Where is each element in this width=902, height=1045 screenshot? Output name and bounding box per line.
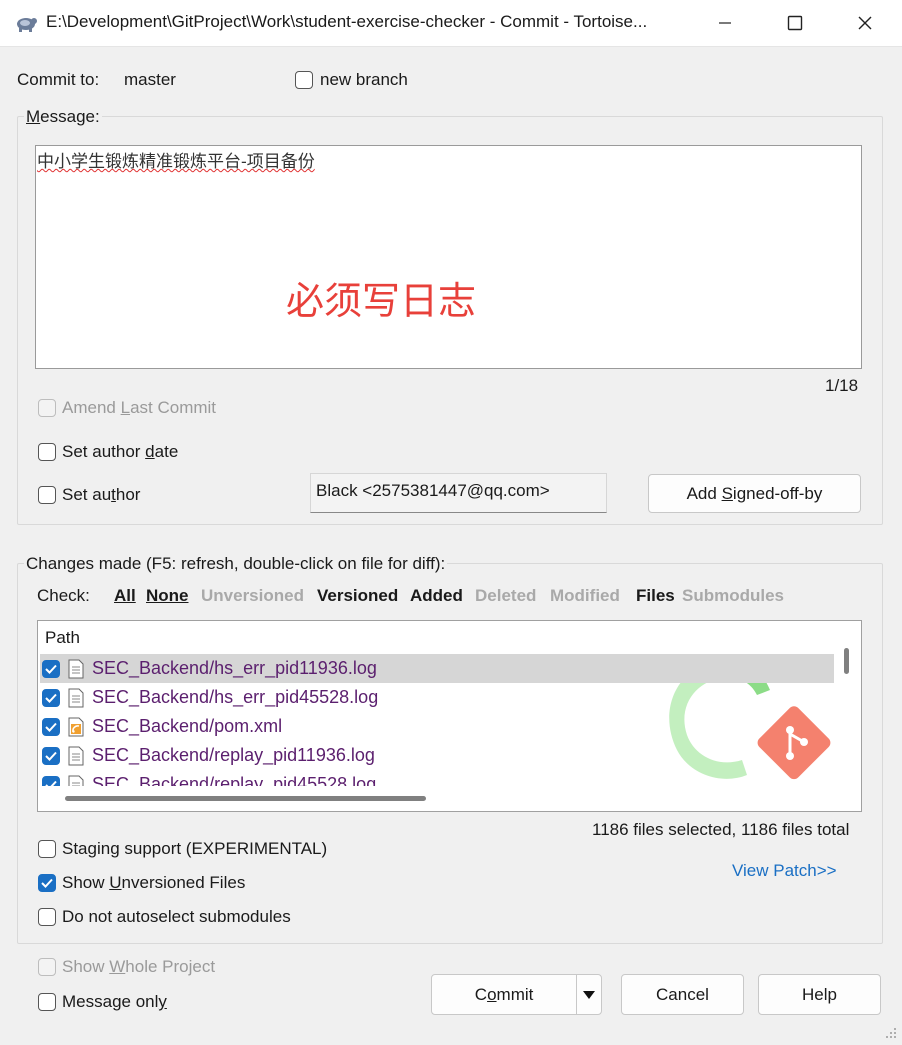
view-patch-link[interactable]: View Patch>> <box>732 861 837 881</box>
tortoisegit-app-icon <box>14 12 38 34</box>
set-author-checkbox[interactable] <box>38 486 56 504</box>
files-summary: 1186 files selected, 1186 files total <box>592 820 850 839</box>
file-row-clip: SEC_Backend/replay_pid45528.log <box>40 770 834 786</box>
horizontal-scrollbar-thumb[interactable] <box>65 796 426 801</box>
new-branch-checkbox[interactable] <box>295 71 313 89</box>
filter-added[interactable]: Added <box>410 586 463 606</box>
file-name: SEC_Backend/pom.xml <box>92 716 283 736</box>
commit-to-label: Commit to: <box>17 70 100 89</box>
set-author-label: Set author <box>62 485 141 504</box>
changes-label: Changes made (F5: refresh, double-click … <box>24 554 448 574</box>
window-title: E:\Development\GitProject\Work\student-e… <box>46 12 648 31</box>
file-name: SEC_Backend/replay_pid11936.log <box>92 745 375 765</box>
file-checkbox[interactable] <box>42 746 60 765</box>
show-whole-project-label: Show Whole Project <box>62 957 216 976</box>
file-row[interactable]: SEC_Backend/replay_pid11936.log <box>40 741 834 770</box>
commit-dropdown-arrow[interactable] <box>577 990 601 999</box>
minimize-icon <box>719 22 731 24</box>
path-column-header[interactable]: Path <box>45 628 80 648</box>
message-counter: 1/18 <box>825 376 859 395</box>
show-unversioned-checkbox[interactable] <box>38 874 56 892</box>
text-file-icon <box>68 746 84 766</box>
add-signed-off-by-button[interactable]: Add Signed-off-by <box>648 474 861 513</box>
message-only-checkbox[interactable] <box>38 993 56 1011</box>
message-only-label: Message only <box>62 992 167 1011</box>
file-row[interactable]: SEC_Backend/replay_pid45528.log <box>40 770 834 786</box>
file-row[interactable]: SEC_Backend/hs_err_pid45528.log <box>40 683 834 712</box>
file-row[interactable]: SEC_Backend/hs_err_pid11936.log <box>40 654 834 683</box>
close-icon <box>858 16 872 30</box>
vertical-scrollbar-thumb[interactable] <box>844 648 849 674</box>
amend-checkbox[interactable] <box>38 399 56 417</box>
commit-button-label[interactable]: Commit <box>432 985 576 1005</box>
file-checkbox[interactable] <box>42 775 60 786</box>
file-checkbox[interactable] <box>42 659 60 678</box>
overlay-annotation: 必须写日志 <box>286 281 477 323</box>
chevron-down-icon <box>583 990 596 999</box>
filter-unversioned[interactable]: Unversioned <box>201 586 304 606</box>
filter-deleted[interactable]: Deleted <box>475 586 536 606</box>
new-branch-label: new branch <box>320 70 408 89</box>
amend-label: Amend Last Commit <box>62 398 217 417</box>
author-date-label: Set author date <box>62 442 179 461</box>
resize-grip-icon[interactable] <box>884 1025 898 1045</box>
staging-label: Staging support (EXPERIMENTAL) <box>62 839 328 858</box>
text-file-icon <box>68 775 84 786</box>
file-name: SEC_Backend/replay_pid45528.log <box>92 774 377 786</box>
check-label: Check: <box>37 586 90 605</box>
no-autoselect-label: Do not autoselect submodules <box>62 907 291 926</box>
commit-split-button[interactable]: Commit <box>431 974 602 1015</box>
filter-versioned[interactable]: Versioned <box>317 586 398 606</box>
file-name: SEC_Backend/hs_err_pid11936.log <box>92 658 377 678</box>
file-name: SEC_Backend/hs_err_pid45528.log <box>92 687 379 707</box>
message-textarea[interactable]: 中小学生锻炼精准锻炼平台-项目备份 必须写日志 <box>35 145 862 369</box>
filter-files[interactable]: Files <box>636 586 675 606</box>
message-label: Message: <box>24 107 102 127</box>
maximize-button[interactable] <box>760 0 830 46</box>
message-text: 中小学生锻炼精准锻炼平台-项目备份 <box>37 152 315 172</box>
text-file-icon <box>68 659 84 679</box>
filter-all[interactable]: All <box>114 586 136 606</box>
file-checkbox[interactable] <box>42 688 60 707</box>
maximize-icon <box>787 15 803 31</box>
minimize-button[interactable] <box>690 0 760 46</box>
author-date-checkbox[interactable] <box>38 443 56 461</box>
file-row[interactable]: SEC_Backend/pom.xml <box>40 712 834 741</box>
xml-file-icon <box>68 717 84 737</box>
no-autoselect-checkbox[interactable] <box>38 908 56 926</box>
signed-off-label: Add Signed-off-by <box>686 483 823 503</box>
show-whole-project-checkbox[interactable] <box>38 958 56 976</box>
show-unversioned-label: Show Unversioned Files <box>62 873 246 892</box>
help-button[interactable]: Help <box>758 974 881 1015</box>
text-file-icon <box>68 688 84 708</box>
staging-checkbox[interactable] <box>38 840 56 858</box>
cancel-button[interactable]: Cancel <box>621 974 744 1015</box>
filter-submodules[interactable]: Submodules <box>682 586 784 606</box>
close-button[interactable] <box>830 0 900 46</box>
filter-none[interactable]: None <box>146 586 189 606</box>
filter-modified[interactable]: Modified <box>550 586 620 606</box>
author-field[interactable]: Black <2575381447@qq.com> <box>310 473 607 513</box>
file-checkbox[interactable] <box>42 717 60 736</box>
branch-name: master <box>124 70 176 89</box>
